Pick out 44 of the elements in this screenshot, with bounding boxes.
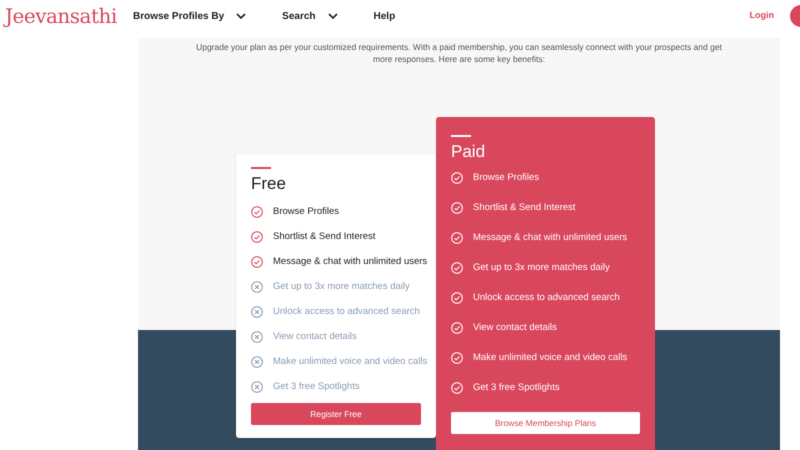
check-circle-icon: [451, 382, 463, 394]
x-circle-icon: [251, 381, 263, 393]
x-circle-icon: [251, 331, 263, 343]
x-circle-icon: [251, 306, 263, 318]
feature-text: Message & chat with unlimited users: [273, 254, 428, 269]
check-circle-icon: [451, 202, 463, 214]
feature-text: Unlock access to advanced search: [473, 290, 620, 305]
check-circle-icon: [251, 231, 263, 243]
nav-link[interactable]: Browse Profiles By: [133, 8, 246, 24]
nav-link[interactable]: Search: [282, 8, 338, 24]
check-circle-icon: [451, 232, 463, 244]
feature-text: Shortlist & Send Interest: [273, 230, 376, 244]
check-circle-icon: [451, 292, 463, 304]
check-circle-icon: [451, 322, 463, 334]
feature-text: Get up to 3x more matches daily: [273, 280, 410, 294]
nav-link[interactable]: Help: [374, 8, 396, 24]
chevron-down-icon: [328, 13, 338, 19]
intro-text: Upgrade your plan as per your customized requirements. With a paid membership, you can seamlessly connect with your prospects and get more responses. Here are some key benefits:: [195, 41, 723, 65]
feature-text: Message & chat with unlimited users: [473, 230, 628, 245]
x-circle-icon: [251, 281, 263, 293]
check-circle-icon: [251, 256, 263, 268]
feature-text: Get 3 free Spotlights: [273, 380, 360, 394]
chevron-down-icon: [236, 13, 246, 19]
feature-text: Browse Profiles: [273, 204, 339, 219]
plan-title: Free: [251, 173, 287, 195]
check-circle-icon: [251, 206, 263, 218]
plan-title: Paid: [451, 141, 486, 163]
check-circle-icon: [451, 172, 463, 184]
login-link[interactable]: Login: [750, 9, 774, 23]
check-circle-icon: [451, 262, 463, 274]
feature-text: Make unlimited voice and video calls: [273, 354, 428, 369]
x-circle-icon: [251, 356, 263, 368]
feature-text: View contact details: [273, 330, 357, 344]
browse-plans-button[interactable]: Browse Membership Plans: [451, 412, 640, 434]
feature-text: Make unlimited voice and video calls: [473, 350, 628, 365]
feature-text: Get up to 3x more matches daily: [473, 260, 610, 275]
register-button[interactable]: Register Free: [251, 403, 421, 425]
check-circle-icon: [451, 352, 463, 364]
feature-text: Unlock access to advanced search: [273, 304, 420, 319]
feature-text: Get 3 free Spotlights: [473, 380, 560, 395]
feature-text: Browse Profiles: [473, 170, 539, 185]
feature-text: Shortlist & Send Interest: [473, 200, 576, 215]
feature-text: View contact details: [473, 320, 557, 335]
logo[interactable]: Jeevansathi: [5, 1, 125, 31]
